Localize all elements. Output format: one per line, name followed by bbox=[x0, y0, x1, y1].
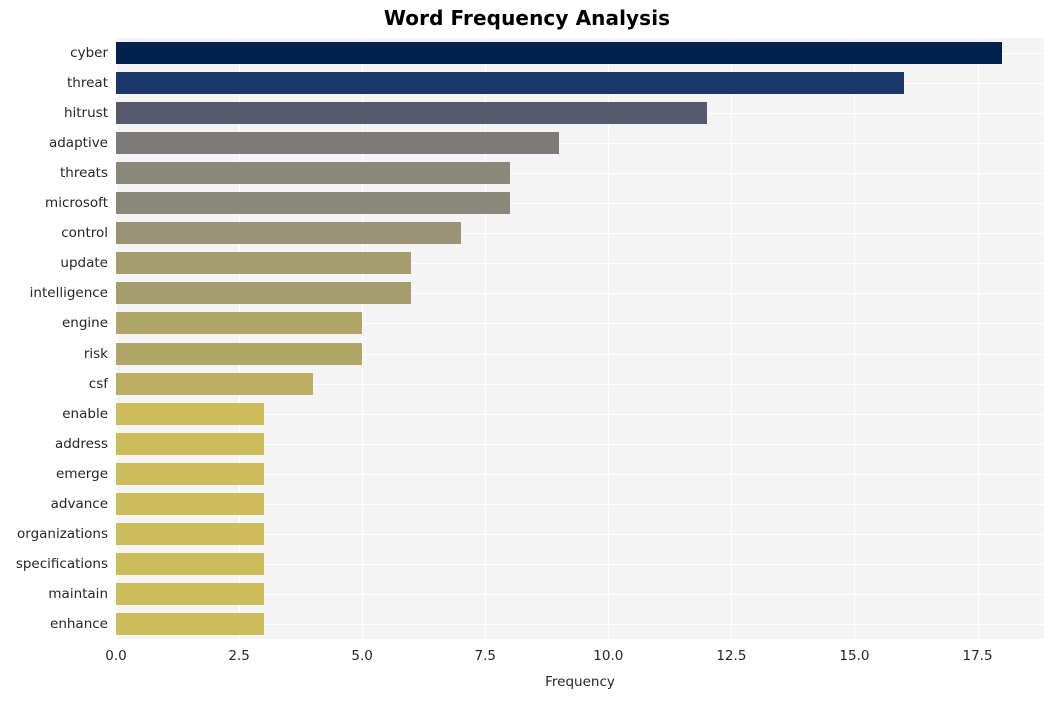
bar bbox=[116, 492, 264, 515]
y-axis-tick-label: threats bbox=[59, 165, 108, 182]
bar bbox=[116, 42, 1003, 65]
bar bbox=[116, 372, 313, 395]
x-axis-tick-label: 2.5 bbox=[228, 648, 250, 664]
y-axis-tick-label: emerge bbox=[56, 465, 108, 482]
bar bbox=[116, 582, 264, 605]
y-axis-tick-label: adaptive bbox=[48, 135, 108, 152]
gridline-vertical bbox=[239, 38, 241, 639]
bar bbox=[116, 432, 264, 455]
plot-area bbox=[116, 38, 1044, 639]
bar bbox=[116, 102, 707, 125]
x-axis-tick-label: 0.0 bbox=[105, 648, 127, 664]
x-axis-tick-label: 10.0 bbox=[593, 648, 624, 664]
y-axis-tick-label: enhance bbox=[50, 615, 108, 632]
y-axis-tick-label: specifications bbox=[15, 555, 108, 572]
bar bbox=[116, 312, 363, 335]
x-axis-tick-label: 12.5 bbox=[716, 648, 747, 664]
x-axis-tick-label: 7.5 bbox=[474, 648, 496, 664]
gridline-vertical bbox=[608, 38, 610, 639]
y-axis-tick-label: engine bbox=[61, 315, 108, 332]
y-axis-tick-label: threat bbox=[67, 75, 108, 92]
gridline-vertical bbox=[854, 38, 856, 639]
chart-figure: Word Frequency Analysis cyber threat hitru… bbox=[0, 0, 1054, 701]
bar bbox=[116, 462, 264, 485]
x-axis-tick-label: 5.0 bbox=[351, 648, 373, 664]
y-axis-tick-label: maintain bbox=[48, 585, 108, 602]
y-axis-tick-label: organizations bbox=[17, 525, 108, 542]
y-axis-tick-label: intelligence bbox=[29, 285, 108, 302]
bar bbox=[116, 72, 904, 95]
gridline-vertical bbox=[116, 38, 117, 639]
bar bbox=[116, 132, 560, 155]
x-axis-label: Frequency bbox=[545, 674, 615, 690]
y-axis-tick-label: hitrust bbox=[63, 105, 108, 122]
y-axis-tick-label: enable bbox=[62, 405, 108, 422]
gridline-vertical bbox=[485, 38, 487, 639]
gridline-vertical bbox=[731, 38, 733, 639]
y-axis-tick-label: cyber bbox=[70, 45, 108, 62]
bar bbox=[116, 612, 264, 635]
bar bbox=[116, 282, 412, 305]
bar bbox=[116, 342, 363, 365]
chart-title: Word Frequency Analysis bbox=[383, 6, 671, 30]
x-axis-tick-labels: 0.0 2.5 5.0 7.5 10.0 12.5 15.0 17.5 bbox=[0, 648, 1054, 668]
y-axis-tick-labels: cyber threat hitrust adaptive threats microso… bbox=[0, 38, 108, 639]
bar bbox=[116, 552, 264, 575]
y-axis-tick-label: risk bbox=[83, 345, 108, 362]
bar bbox=[116, 252, 412, 275]
y-axis-tick-label: update bbox=[60, 255, 108, 272]
x-axis-tick-label: 15.0 bbox=[839, 648, 870, 664]
y-axis-tick-label: address bbox=[54, 435, 108, 452]
y-axis-tick-label: csf bbox=[88, 375, 108, 392]
bar bbox=[116, 162, 510, 185]
y-axis-tick-label: advance bbox=[50, 495, 108, 512]
gridline-vertical bbox=[362, 38, 364, 639]
bar bbox=[116, 402, 264, 425]
y-axis-tick-label: microsoft bbox=[45, 195, 108, 212]
gridline-vertical bbox=[977, 38, 979, 639]
bar bbox=[116, 222, 461, 245]
bar bbox=[116, 522, 264, 545]
y-axis-tick-label: control bbox=[61, 225, 108, 242]
x-axis-tick-label: 17.5 bbox=[962, 648, 993, 664]
bar bbox=[116, 192, 510, 215]
